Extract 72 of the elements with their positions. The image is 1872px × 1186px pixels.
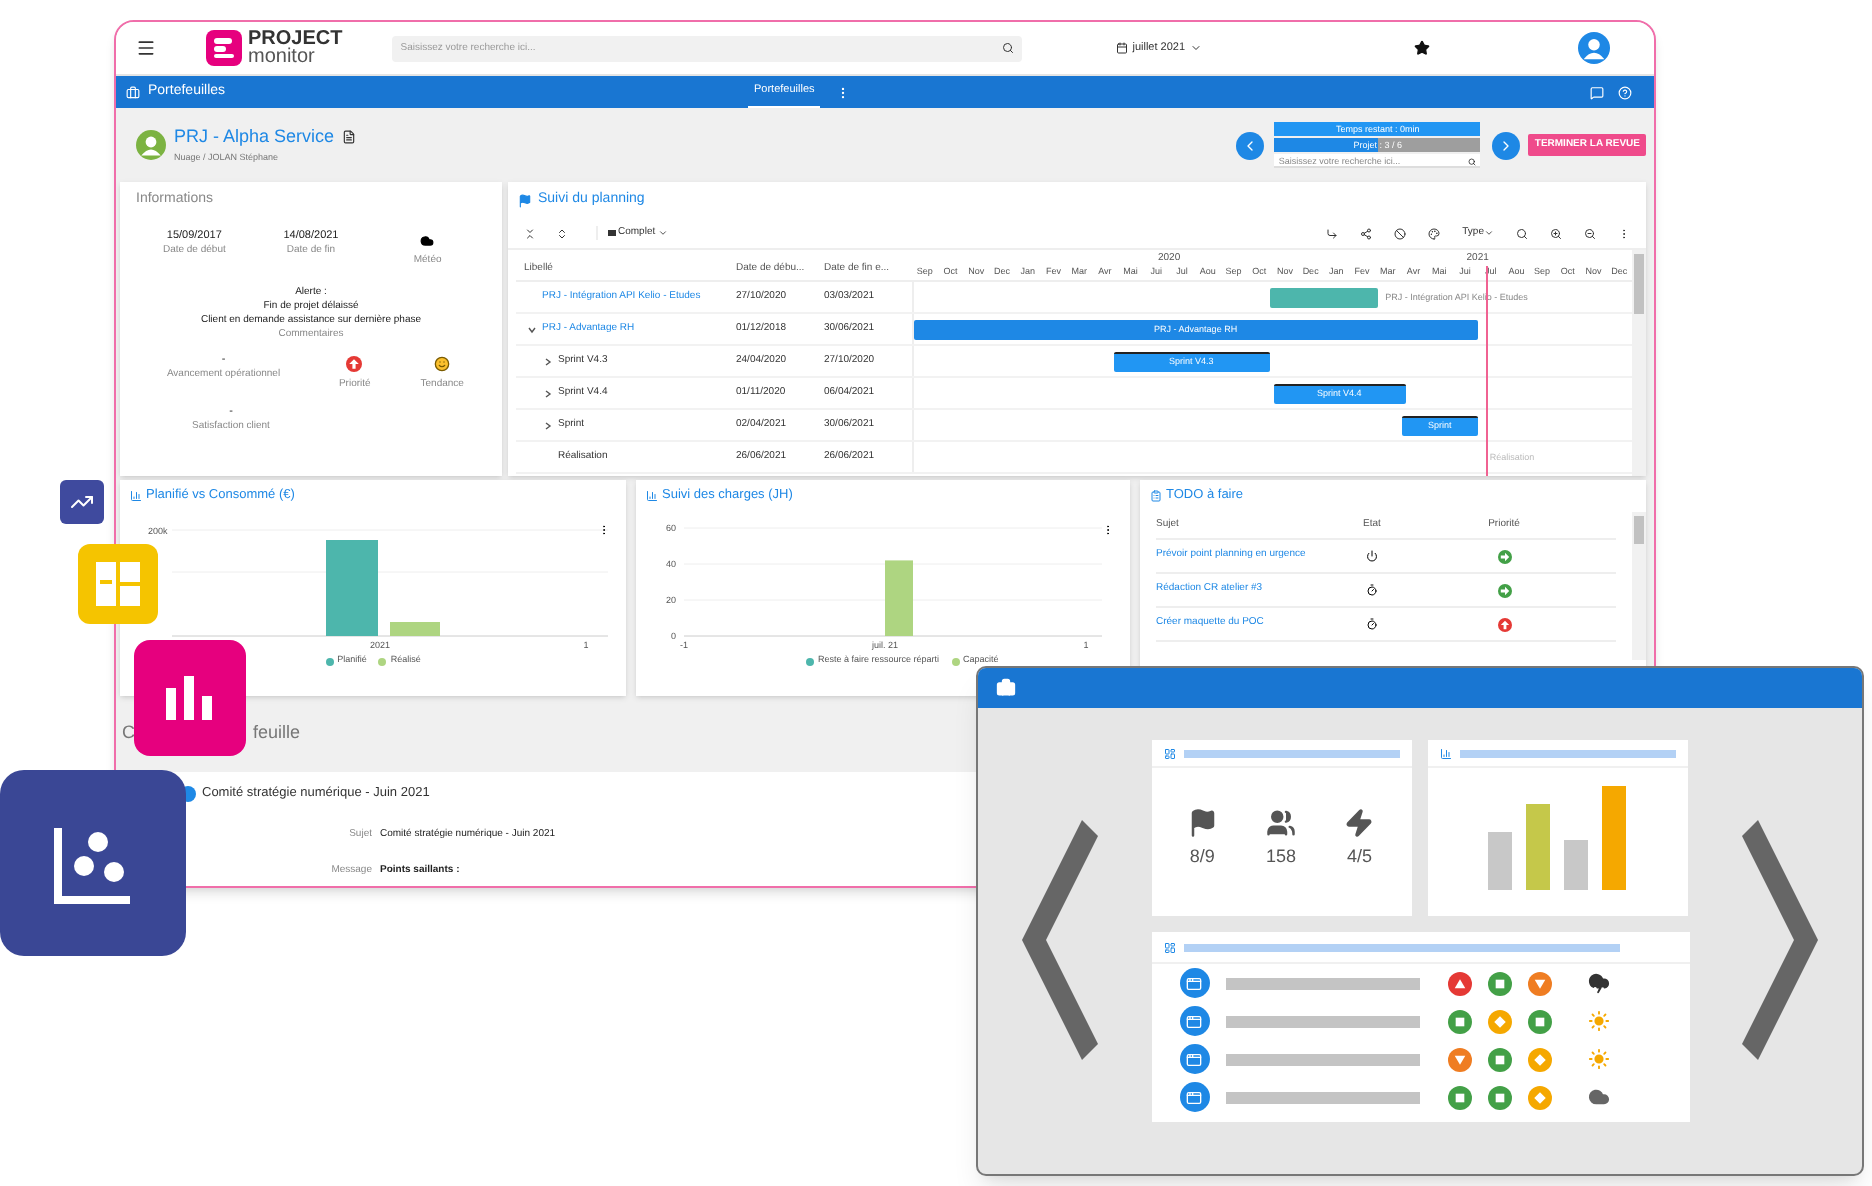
collapse-icon[interactable]: [524, 227, 536, 239]
logo-text: PROJECT: [248, 30, 343, 48]
document-icon[interactable]: [342, 130, 357, 145]
window-icon: [1179, 1044, 1209, 1074]
scatter-chart-tile[interactable]: [0, 770, 186, 956]
avatar-icon: [1578, 32, 1610, 64]
bar-chart-tile[interactable]: [134, 640, 246, 756]
help-icon[interactable]: [1618, 85, 1632, 99]
search-icon[interactable]: [1516, 227, 1528, 239]
kpi-value: 158: [1265, 844, 1296, 870]
window-icon: [1179, 1082, 1209, 1112]
chat-icon[interactable]: [1590, 85, 1604, 99]
bar: [885, 560, 913, 636]
bar-chart-icon: [130, 490, 142, 502]
briefcase-icon: [996, 678, 1016, 698]
sun-icon: [1587, 1010, 1609, 1032]
storm-cloud-icon: [1587, 972, 1609, 994]
clipboard-icon: [1150, 490, 1162, 502]
dashboard-tile[interactable]: [78, 544, 158, 624]
zoom-out-icon[interactable]: [1584, 227, 1596, 239]
bar-chart-icon: [1439, 747, 1451, 759]
previous-button[interactable]: [1236, 131, 1265, 159]
dashboard-icon: [96, 562, 140, 606]
ban-icon[interactable]: [1394, 227, 1407, 239]
cloud-icon: [1587, 1086, 1609, 1108]
sun-icon: [1587, 1048, 1609, 1070]
search-icon[interactable]: [1002, 42, 1015, 54]
share-icon[interactable]: [1360, 227, 1373, 239]
section-heading: C: [122, 720, 135, 747]
scatter-chart-icon: [53, 823, 133, 903]
calendar-icon: [1116, 42, 1129, 54]
star-icon[interactable]: [1413, 40, 1430, 56]
expand-caret-icon[interactable]: [544, 389, 552, 397]
briefcase-icon: [126, 85, 140, 99]
smiley-icon: [434, 355, 451, 371]
bar-chart-icon: [166, 676, 214, 720]
cloud-icon: [420, 233, 435, 247]
chevron-right-icon[interactable]: [1742, 820, 1818, 1060]
dashboard-icon: [1163, 941, 1175, 953]
collapse-caret-icon[interactable]: [528, 325, 536, 333]
bar-chart-drawing: [1487, 786, 1631, 890]
lightning-icon: [1344, 808, 1375, 838]
people-icon: [1265, 808, 1296, 838]
caret-icon: [1189, 42, 1202, 54]
bar-chart-icon: [646, 490, 658, 502]
window-icon: [1179, 968, 1209, 998]
zoom-in-icon[interactable]: [1550, 227, 1562, 239]
caret-icon: [657, 228, 668, 238]
caret-icon: [1484, 228, 1494, 238]
expand-caret-icon[interactable]: [544, 357, 552, 365]
menu-icon[interactable]: [136, 38, 156, 58]
window-icon: [1179, 1006, 1209, 1036]
logo-text: monitor: [248, 48, 317, 66]
kpi-value: 4/5: [1347, 844, 1373, 870]
chevron-left-icon[interactable]: [1022, 820, 1098, 1060]
dashboard-icon: [1163, 747, 1175, 759]
list-icon: [608, 230, 616, 236]
trend-tile[interactable]: [60, 480, 104, 524]
project-name: PRJ - Alpha Service: [174, 123, 335, 150]
search-icon: [1468, 157, 1477, 165]
palette-icon[interactable]: [1428, 227, 1441, 239]
trend-line-icon: [70, 490, 94, 514]
section-heading: feuille: [253, 720, 301, 747]
project-avatar-icon: [136, 130, 166, 160]
link-icon[interactable]: [1326, 227, 1339, 239]
priority-up-icon: [346, 355, 363, 371]
flag-icon: [518, 193, 532, 207]
logo-icon: [206, 30, 242, 66]
expand-caret-icon[interactable]: [544, 421, 552, 429]
next-button[interactable]: [1492, 131, 1521, 159]
kpi-value: 8/9: [1189, 844, 1215, 870]
flag-icon: [1187, 808, 1218, 838]
